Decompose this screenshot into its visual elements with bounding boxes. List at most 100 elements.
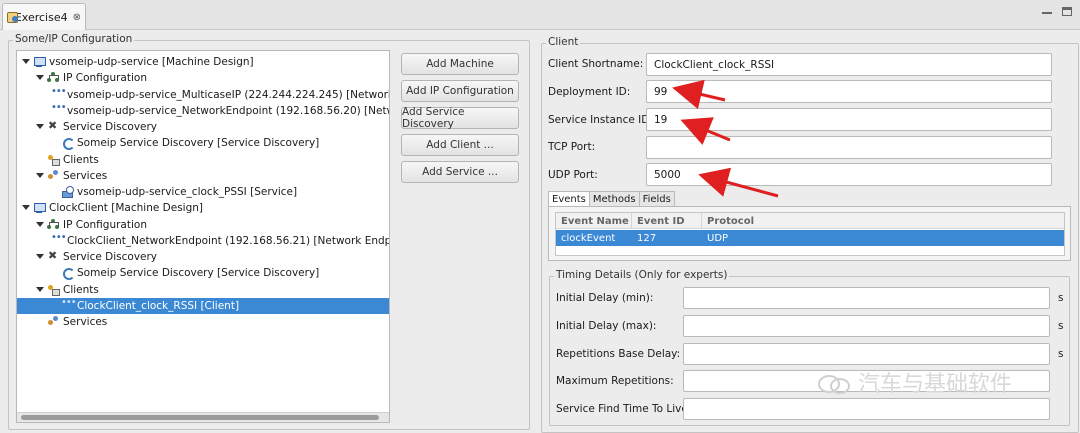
tree-item[interactable]: vsomeip-udp-service_NetworkEndpoint (192… xyxy=(17,103,389,119)
minimize-icon[interactable] xyxy=(1042,12,1052,15)
repetitions-base-delay-unit: s xyxy=(1058,348,1064,360)
services-icon xyxy=(47,169,60,182)
deployment-id-input[interactable]: 99 xyxy=(646,80,1052,103)
tab-fields[interactable]: Fields xyxy=(638,191,675,207)
tree-item-label: vsomeip-udp-service_NetworkEndpoint (192… xyxy=(67,104,389,117)
tree-horizontal-scrollbar[interactable] xyxy=(17,412,389,422)
endpoint-icon xyxy=(51,233,66,247)
header-event-id[interactable]: Event ID xyxy=(632,213,702,229)
tab-label: Exercise4 xyxy=(14,10,68,24)
service-discovery-icon xyxy=(47,119,60,133)
add-ip-configuration-button[interactable]: Add IP Configuration xyxy=(401,80,519,102)
service-discovery-leaf-icon xyxy=(61,137,75,151)
tree-item[interactable]: ClockClient_clock_RSSI [Client] xyxy=(17,297,389,314)
tree-item-label: ClockClient_clock_RSSI [Client] xyxy=(77,299,240,312)
expand-toggle-icon[interactable] xyxy=(35,171,45,181)
header-protocol[interactable]: Protocol xyxy=(702,213,1064,229)
initial-delay-min-input[interactable] xyxy=(683,287,1050,309)
client-subtabs: Events Methods Fields xyxy=(548,191,675,207)
client-shortname-input[interactable]: ClockClient_clock_RSSI xyxy=(646,53,1052,76)
tree-item[interactable]: ClockClient_NetworkEndpoint (192.168.56.… xyxy=(17,233,389,249)
add-service-button[interactable]: Add Service ... xyxy=(401,161,519,183)
expand-toggle-icon[interactable] xyxy=(21,57,31,67)
tree-item-label: vsomeip-udp-service_MulticaseIP (224.244… xyxy=(67,88,389,101)
tree-item[interactable]: ClockClient [Machine Design] xyxy=(17,200,389,216)
editor-tab-bar: Exercise4 ⊗ xyxy=(0,0,1080,30)
cell-protocol: UDP xyxy=(707,232,729,244)
tree-item-label: Clients xyxy=(63,153,99,166)
tree-item[interactable]: Clients xyxy=(17,152,389,168)
tree-item[interactable]: Service Discovery xyxy=(17,119,389,135)
expand-toggle-icon[interactable] xyxy=(35,220,45,230)
tree-item[interactable]: Service Discovery xyxy=(17,249,389,265)
maximum-repetitions-label: Maximum Repetitions: xyxy=(556,375,674,387)
initial-delay-min-label: Initial Delay (min): xyxy=(556,292,654,304)
tree-item[interactable]: IP Configuration xyxy=(17,70,389,86)
add-client-button[interactable]: Add Client ... xyxy=(401,134,519,156)
tree-item-label: Services xyxy=(63,316,108,328)
timing-details-title: Timing Details (Only for experts) xyxy=(554,269,730,281)
window-controls xyxy=(1042,6,1072,16)
repetitions-base-delay-label: Repetitions Base Delay: xyxy=(556,348,681,360)
tree-item[interactable]: Someip Service Discovery [Service Discov… xyxy=(17,135,389,151)
maximize-icon[interactable] xyxy=(1062,7,1072,16)
services-icon xyxy=(47,316,60,328)
clients-icon xyxy=(47,284,60,296)
add-machine-button[interactable]: Add Machine xyxy=(401,53,519,75)
configuration-tree[interactable]: vsomeip-udp-service [Machine Design] IP C… xyxy=(16,50,390,423)
add-service-discovery-button[interactable]: Add Service Discovery xyxy=(401,106,519,130)
wechat-icon xyxy=(818,371,852,394)
client-group-title: Client xyxy=(546,36,581,48)
tree-item[interactable]: IP Configuration xyxy=(17,217,389,233)
tree-item-label: vsomeip-udp-service [Machine Design] xyxy=(49,56,254,68)
watermark-text: 汽车与基础软件 xyxy=(858,372,1013,397)
tree-item-label: ClockClient [Machine Design] xyxy=(49,202,203,215)
tab-events[interactable]: Events xyxy=(548,191,590,207)
scrollbar-thumb[interactable] xyxy=(21,415,379,420)
expand-toggle-icon[interactable] xyxy=(35,73,45,83)
machine-icon xyxy=(33,56,46,68)
header-event-name[interactable]: Event Name xyxy=(556,213,632,229)
tree-item[interactable]: vsomeip-udp-service_MulticaseIP (224.244… xyxy=(17,87,389,103)
expand-toggle-icon[interactable] xyxy=(21,203,31,213)
tree-item[interactable]: vsomeip-udp-service_clock_PSSI [Service] xyxy=(17,184,389,200)
deployment-id-label: Deployment ID: xyxy=(548,86,631,98)
expand-toggle-icon[interactable] xyxy=(35,122,45,132)
tab-close-icon[interactable]: ⊗ xyxy=(73,12,81,23)
initial-delay-min-unit: s xyxy=(1058,292,1064,304)
service-icon xyxy=(61,186,74,198)
tree-item-label: IP Configuration xyxy=(63,218,147,231)
tree-item-label: Clients xyxy=(63,283,99,296)
table-row[interactable]: clockEvent 127 UDP xyxy=(556,230,1064,246)
tree-item-label: IP Configuration xyxy=(63,72,147,85)
repetitions-base-delay-input[interactable] xyxy=(683,343,1050,365)
machine-icon xyxy=(33,202,46,214)
watermark: 汽车与基础软件 xyxy=(818,366,1012,398)
client-shortname-label: Client Shortname: xyxy=(548,58,644,70)
expand-toggle-icon[interactable] xyxy=(35,285,45,295)
tree-item[interactable]: Services xyxy=(17,168,389,184)
tree-item[interactable]: Someip Service Discovery [Service Discov… xyxy=(17,265,389,281)
cell-event-name: clockEvent xyxy=(561,232,616,244)
tcp-port-label: TCP Port: xyxy=(548,141,596,153)
service-find-time-input[interactable] xyxy=(683,398,1050,420)
tree-item[interactable]: Clients xyxy=(17,282,389,298)
endpoint-icon xyxy=(51,87,66,101)
expand-toggle-icon[interactable] xyxy=(35,252,45,262)
service-instance-id-input[interactable]: 19 xyxy=(646,108,1052,131)
initial-delay-max-unit: s xyxy=(1058,320,1064,332)
tree-item[interactable]: vsomeip-udp-service [Machine Design] xyxy=(17,54,389,70)
tcp-port-input[interactable] xyxy=(646,136,1052,159)
service-discovery-leaf-icon xyxy=(61,267,75,281)
tab-exercise4[interactable]: Exercise4 ⊗ xyxy=(2,3,86,30)
udp-port-label: UDP Port: xyxy=(548,169,598,181)
initial-delay-max-input[interactable] xyxy=(683,315,1050,337)
udp-port-input[interactable]: 5000 xyxy=(646,163,1052,186)
tab-methods[interactable]: Methods xyxy=(588,191,640,207)
tree-item-label: Services xyxy=(63,169,108,182)
tree-item[interactable]: Services xyxy=(17,314,389,330)
tree-item-label: Someip Service Discovery [Service Discov… xyxy=(77,137,320,150)
tree-item-label: Someip Service Discovery [Service Discov… xyxy=(77,267,320,280)
events-table[interactable]: Event Name Event ID Protocol clockEvent … xyxy=(555,212,1065,256)
service-instance-id-label: Service Instance ID: xyxy=(548,114,653,126)
